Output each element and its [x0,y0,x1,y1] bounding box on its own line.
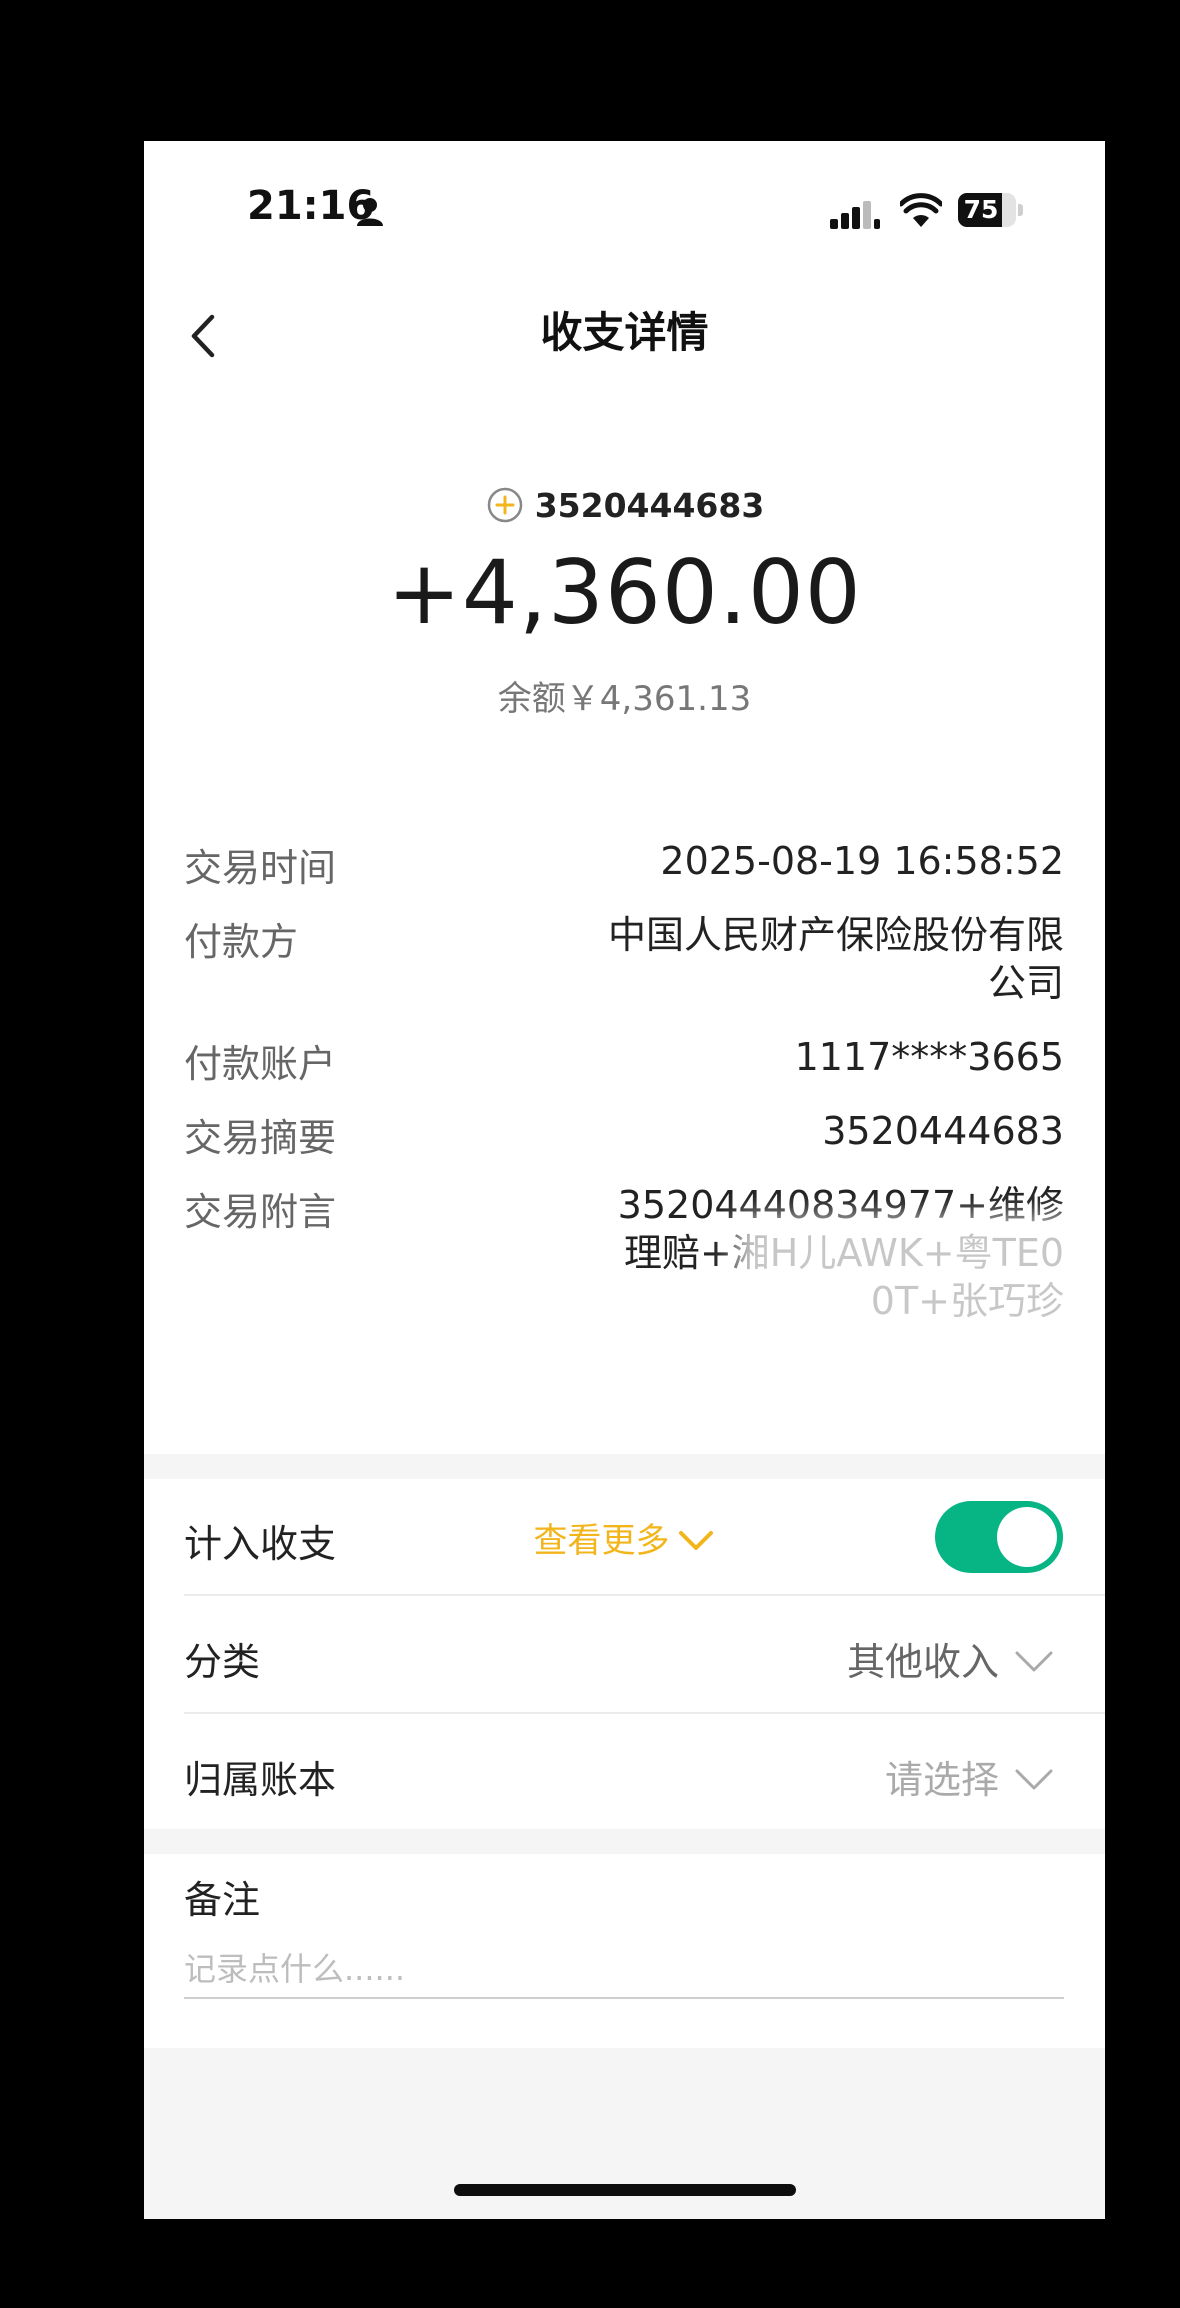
reference-row: 3520444683 [144,485,1105,525]
detail-value: 1117****3665 [794,1035,1064,1079]
privacy-blur [734,1216,1105,1486]
category-value: 其他收入 [846,1640,999,1684]
detail-label: 交易附言 [184,1190,337,1234]
row-divider [184,1594,1105,1596]
ledger-label: 归属账本 [184,1758,337,1802]
ledger-value: 请选择 [884,1758,999,1802]
detail-value: 3520444683 [822,1109,1064,1153]
detail-label: 付款账户 [184,1042,337,1086]
coin-plus-icon [487,487,522,523]
battery-body: 75 [958,193,1016,227]
battery-icon: 75 [958,193,1024,229]
transaction-amount: +4,360.00 [387,541,862,644]
category-label: 分类 [184,1640,261,1684]
section-separator [144,1454,1105,1479]
reference-number: 3520444683 [534,486,765,525]
person-icon [357,198,383,226]
battery-percent: 75 [963,195,999,224]
battery-tip [1018,204,1023,216]
signal-icon [830,201,880,229]
include-toggle[interactable] [935,1501,1063,1573]
chevron-down-icon [1015,1769,1053,1790]
chevron-down-icon [678,1531,713,1550]
detail-label: 交易摘要 [184,1116,337,1160]
remark-label: 备注 [184,1878,261,1922]
wifi-icon [900,193,942,227]
view-more-label: 查看更多 [533,1521,670,1561]
status-bar: 21:16 75 [144,141,1105,281]
toggle-knob [997,1507,1057,1567]
row-divider [184,1712,1105,1714]
detail-label: 交易时间 [184,846,337,890]
chevron-down-icon [1015,1651,1053,1672]
page-title: 收支详情 [540,308,709,357]
detail-value: 2025-08-19 16:58:52 [660,839,1064,883]
phone-screen: 21:16 75 收支详情 3520444683 +4,360.00 余额￥4,… [144,141,1105,2219]
section-separator [144,1829,1105,1854]
balance-text: 余额￥4,361.13 [497,679,752,719]
detail-label: 付款方 [184,920,299,964]
detail-value: 中国人民财产保险股份有限公司 [607,913,1064,1005]
include-label: 计入收支 [184,1522,337,1566]
home-indicator [454,2184,796,2196]
remark-input[interactable] [184,1941,1064,1999]
